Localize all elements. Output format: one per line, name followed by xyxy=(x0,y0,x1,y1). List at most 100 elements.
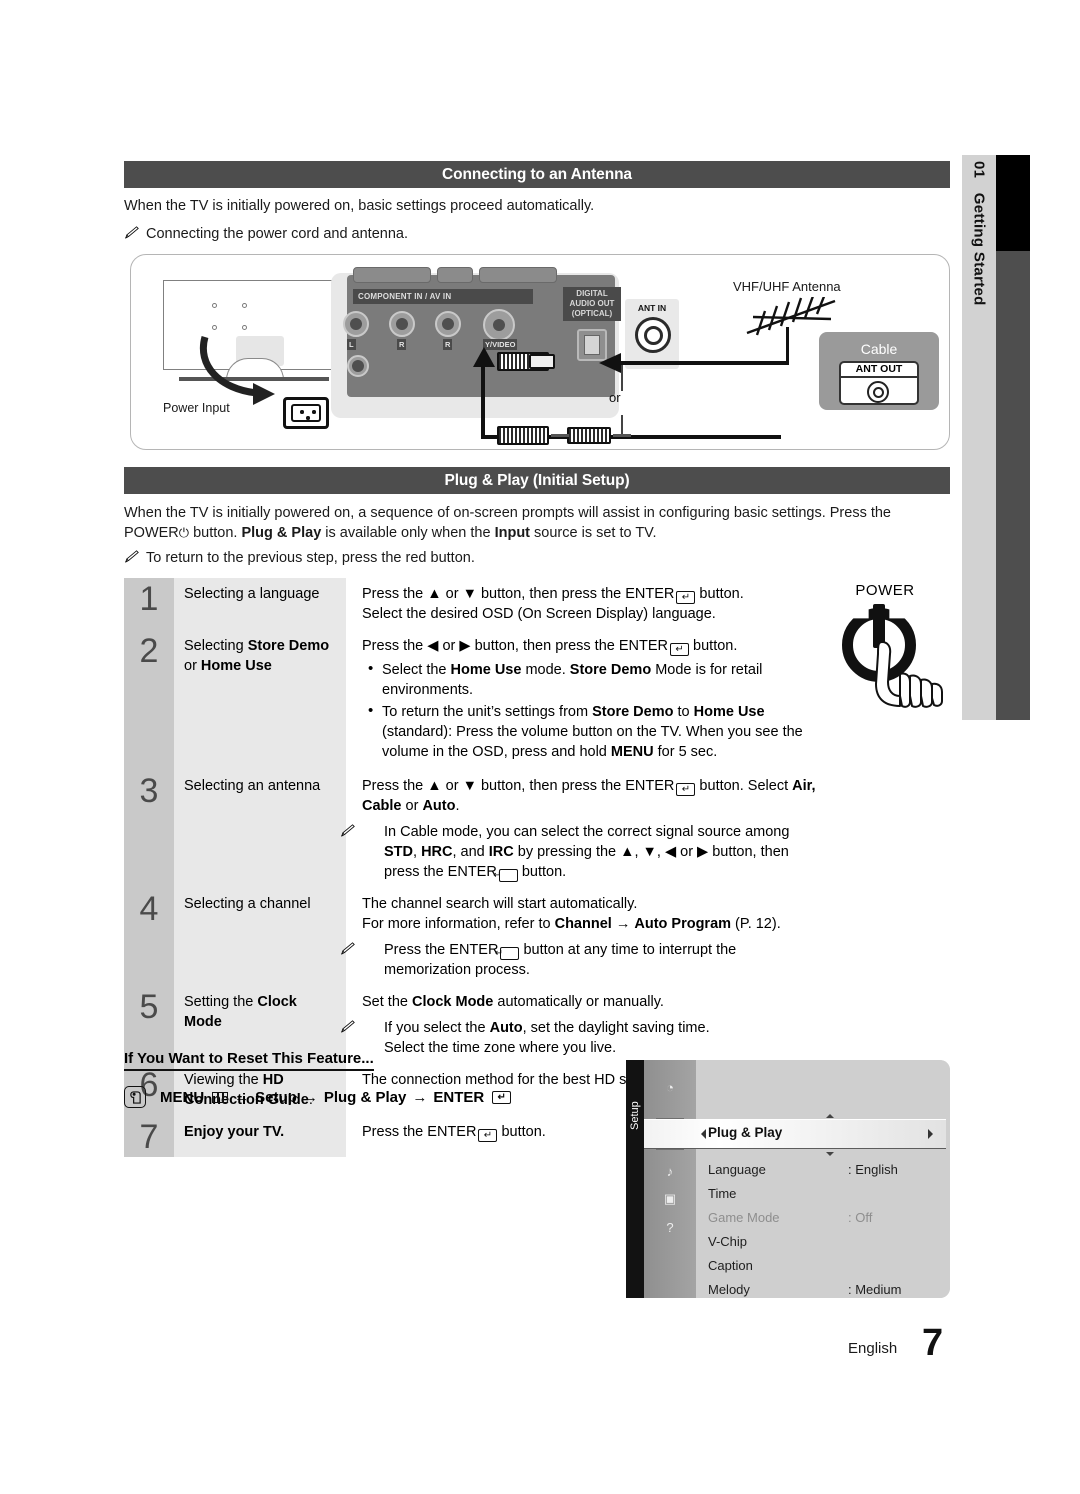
panel-tab xyxy=(353,267,431,283)
step-description: Press the ▲ or ▼ button, then press the … xyxy=(346,578,824,630)
reset-path-setup: Setup xyxy=(255,1088,297,1106)
hand-press-icon xyxy=(124,1086,146,1108)
osd-item-melody[interactable]: Melody xyxy=(708,1282,750,1297)
ant-out-coax-jack xyxy=(867,381,889,403)
enter-key-icon: ↵ xyxy=(493,869,518,882)
power-symbol-icon: ⏻ xyxy=(178,525,190,540)
chapter-title: Getting Started xyxy=(970,192,988,306)
osd-item-language[interactable]: Language xyxy=(708,1162,766,1177)
cable-up-arrow-icon xyxy=(473,347,495,367)
enter-key-icon: ↵ xyxy=(676,591,696,604)
reset-path-enter: ENTER xyxy=(433,1088,485,1106)
power-word: POWER xyxy=(124,525,179,541)
arrow-glyphs: ▲ or ▼ xyxy=(427,586,477,602)
service-jack xyxy=(347,355,369,377)
plugplay-note-text: To return to the previous step, press th… xyxy=(146,550,475,566)
step-number: 2 xyxy=(124,630,174,770)
step-desc-line: Select the desired OSD (On Screen Displa… xyxy=(362,606,716,622)
footer-page-number: 7 xyxy=(922,1322,944,1364)
antenna-wire-vertical xyxy=(786,327,789,363)
osd-highlight-bar[interactable] xyxy=(644,1119,946,1149)
chevron-left-icon xyxy=(696,1129,706,1139)
vhf-uhf-antenna-label: VHF/UHF Antenna xyxy=(733,279,841,294)
enter-key-icon: ↵ xyxy=(676,783,696,796)
arrow-glyphs: ▲ or ▼ xyxy=(427,778,477,794)
step-description: Press the ▲ or ▼ button, then press the … xyxy=(340,770,824,888)
reset-path-menu: MENU xyxy=(160,1088,205,1106)
osd-support-icon[interactable]: ? xyxy=(656,1216,684,1238)
rca-jack-r2 xyxy=(435,311,461,337)
chapter-tab: 01 Getting Started xyxy=(962,155,996,720)
list-item: To return the unit’s settings from Store… xyxy=(362,701,824,762)
rca-label-r2: R xyxy=(443,339,453,350)
antenna-connection-diagram: Power Input COMPONENT IN / AV IN L R R Y… xyxy=(130,254,950,450)
ant-in-coax-jack xyxy=(635,317,671,353)
enter-key-icon: ↵ xyxy=(492,1090,512,1104)
step-note: If you select the Auto, set the daylight… xyxy=(340,1018,824,1038)
ant-in-arrow-icon xyxy=(599,353,621,373)
chevron-down-icon xyxy=(826,1152,834,1160)
reset-path-arrow-1: → xyxy=(234,1088,250,1106)
power-input-label: Power Input xyxy=(163,401,230,415)
manual-page: 01 Getting Started Connecting to an Ante… xyxy=(0,0,1080,1494)
rca-jack-l xyxy=(343,311,369,337)
step-row: 2 Selecting Store Demo or Home Use Press… xyxy=(124,630,824,770)
antenna-note: Connecting the power cord and antenna. xyxy=(124,224,408,244)
step-desc-line: Press the ▲ or ▼ button, then press the … xyxy=(362,586,744,604)
osd-value-melody: : Medium xyxy=(848,1282,902,1297)
step-desc-line: For more information, refer to Channel →… xyxy=(362,916,781,932)
osd-item-v-chip[interactable]: V-Chip xyxy=(708,1234,747,1249)
step-title: Selecting a language xyxy=(174,578,346,630)
cable-wire-stub xyxy=(551,434,569,437)
step-number: 4 xyxy=(124,888,174,986)
osd-picture-icon: ◔ xyxy=(666,1079,674,1095)
step-row: 1 Selecting a language Press the ▲ or ▼ … xyxy=(124,578,824,630)
step-desc-line: Set the Clock Mode automatically or manu… xyxy=(362,994,664,1010)
footer-language: English xyxy=(848,1340,898,1357)
osd-sound-icon[interactable]: ♪ xyxy=(656,1160,684,1182)
osd-menu-screenshot: Setup ◔ ⚙ ♪ ▣ ? Plug & Play Language : E… xyxy=(626,1060,950,1298)
pencil-note-icon xyxy=(124,549,141,563)
antenna-intro-text: When the TV is initially powered on, bas… xyxy=(124,198,595,214)
step-title: Selecting Store Demo or Home Use xyxy=(174,630,346,770)
enter-key-icon: ↵ xyxy=(495,947,520,960)
step-note: In Cable mode, you can select the correc… xyxy=(340,822,824,882)
menu-key-icon xyxy=(212,1091,229,1103)
ant-out-label: ANT OUT xyxy=(839,363,919,378)
pencil-note-icon xyxy=(340,1019,379,1033)
power-illustration-label: POWER xyxy=(855,582,915,599)
chapter-number: 01 xyxy=(970,161,988,179)
section-header-antenna: Connecting to an Antenna xyxy=(124,161,950,188)
section-header-plugplay: Plug & Play (Initial Setup) xyxy=(124,467,950,494)
step-description: The channel search will start automatica… xyxy=(340,888,824,986)
osd-item-game-mode[interactable]: Game Mode xyxy=(708,1210,780,1225)
step-row: 3 Selecting an antenna Press the ▲ or ▼ … xyxy=(124,770,824,888)
pencil-note-icon xyxy=(340,823,379,837)
step-row: 4 Selecting a channel The channel search… xyxy=(124,888,824,986)
antenna-note-text: Connecting the power cord and antenna. xyxy=(146,226,408,242)
osd-rail-label: Setup xyxy=(629,1101,641,1131)
chevron-right-icon xyxy=(928,1129,938,1139)
chapter-marker-black xyxy=(996,155,1030,251)
osd-value-game-mode: : Off xyxy=(848,1210,873,1225)
step-description: Press the ◀ or ▶ button, then press the … xyxy=(346,630,824,770)
step-number: 7 xyxy=(124,1116,174,1157)
enter-key-icon: ↵ xyxy=(478,1129,498,1142)
step-desc-line: Press the ◀ or ▶ button, then press the … xyxy=(362,638,738,656)
step-title: Selecting an antenna xyxy=(174,770,346,888)
osd-input-icon[interactable]: ▣ xyxy=(656,1188,684,1210)
osd-item-time[interactable]: Time xyxy=(708,1186,736,1201)
pointing-hand-icon xyxy=(875,641,943,708)
enter-key-icon: ↵ xyxy=(670,643,690,656)
step-bullet-list: Select the Home Use mode. Store Demo Mod… xyxy=(362,659,824,762)
reset-feature-path: MENU → Setup → Plug & Play → ENTER ↵ xyxy=(124,1086,512,1108)
plugplay-note: To return to the previous step, press th… xyxy=(124,548,475,568)
rca-jack-r1 xyxy=(389,311,415,337)
panel-tab xyxy=(479,267,557,283)
osd-item-caption[interactable]: Caption xyxy=(708,1258,753,1273)
step-desc-line: Press the ▲ or ▼ button, then press the … xyxy=(362,778,816,814)
step-desc-line: The channel search will start automatica… xyxy=(362,896,638,912)
rca-label-r1: R xyxy=(397,339,407,350)
reset-feature-title: If You Want to Reset This Feature... xyxy=(124,1050,374,1071)
coax-connector-bottom-2 xyxy=(567,427,611,444)
